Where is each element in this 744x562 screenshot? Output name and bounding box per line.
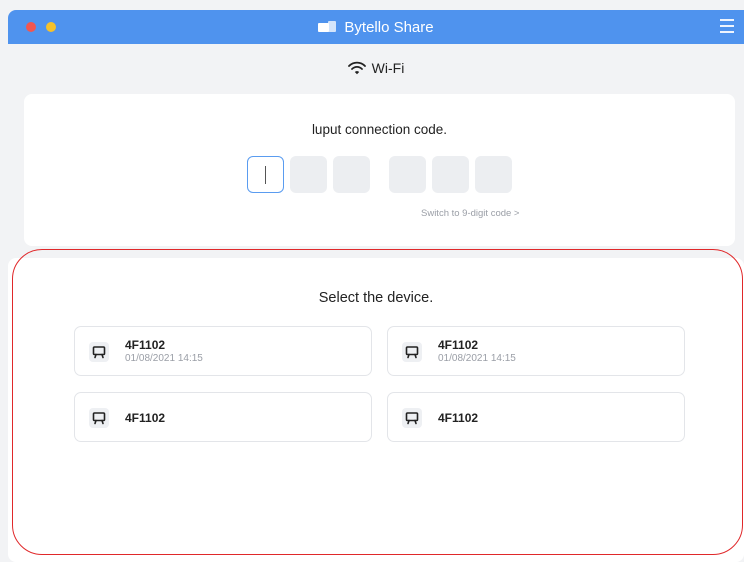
app-logo-icon	[318, 21, 337, 33]
device-name: 4F1102	[125, 411, 166, 425]
device-item[interactable]: 4F1102 01/08/2021 14:15	[74, 326, 372, 376]
app-title-text: Bytello Share	[344, 18, 434, 36]
code-digit-input-6[interactable]	[475, 156, 512, 193]
app-title: Bytello Share	[8, 10, 744, 44]
connection-code-title: luput connection code.	[311, 122, 448, 137]
title-bar: Bytello Share	[8, 10, 744, 44]
code-digit-input-2[interactable]	[290, 156, 327, 193]
device-icon	[402, 408, 422, 428]
app-window: Bytello Share Wi-Fi luput connection cod…	[0, 0, 744, 562]
device-item[interactable]: 4F1102	[74, 392, 372, 442]
code-digit-input-4[interactable]	[389, 156, 426, 193]
switch-code-length-link[interactable]: Switch to 9-digit code >	[421, 208, 519, 219]
code-digit-input-5[interactable]	[432, 156, 469, 193]
device-selection-panel: Select the device. 4F1102 01/08/2021 14:…	[8, 258, 744, 562]
device-name: 4F1102	[438, 338, 479, 352]
code-digit-input-1[interactable]	[247, 156, 284, 193]
network-status: Wi-Fi	[8, 44, 744, 92]
device-item[interactable]: 4F1102	[387, 392, 685, 442]
device-name: 4F1102	[125, 338, 166, 352]
device-item[interactable]: 4F1102 01/08/2021 14:15	[387, 326, 685, 376]
device-section-title: Select the device.	[318, 290, 434, 306]
device-icon	[89, 408, 109, 428]
device-name: 4F1102	[438, 411, 479, 425]
text-caret	[265, 166, 266, 184]
device-last-connected: 01/08/2021 14:15	[125, 353, 203, 364]
connection-code-panel: luput connection code. Switch to 9-digit…	[24, 94, 735, 246]
device-icon	[402, 342, 422, 362]
device-last-connected: 01/08/2021 14:15	[438, 353, 516, 364]
device-icon	[89, 342, 109, 362]
wifi-icon	[347, 61, 366, 75]
menu-icon[interactable]	[720, 19, 734, 33]
code-digit-input-3[interactable]	[333, 156, 370, 193]
network-label: Wi-Fi	[371, 60, 405, 76]
